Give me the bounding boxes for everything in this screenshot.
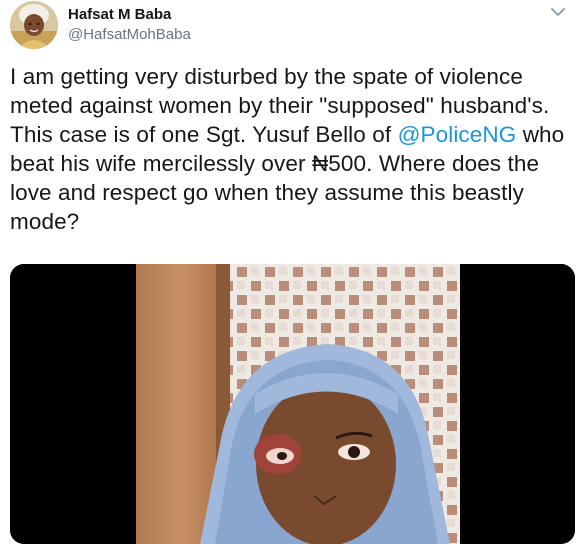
tweet-line: I am getting very disturbed by the spate… <box>10 64 523 89</box>
video-frame-image <box>10 264 575 544</box>
chevron-down-icon[interactable] <box>549 5 567 19</box>
tweet-line: love and respect go when they assume thi… <box>10 180 524 205</box>
avatar[interactable] <box>10 1 58 49</box>
tweet-line: meted against women by their "supposed" … <box>10 93 550 118</box>
avatar-image <box>10 1 58 49</box>
mention-link[interactable]: @PoliceNG <box>398 122 517 147</box>
user-display-name[interactable]: Hafsat M Baba <box>68 6 171 24</box>
tweet-card: Hafsat M Baba @HafsatMohBaba I am gettin… <box>0 0 578 544</box>
tweet-text-segment: who <box>516 122 565 147</box>
media-video[interactable] <box>10 264 575 544</box>
tweet-text: I am getting very disturbed by the spate… <box>10 62 570 236</box>
tweet-line: mode? <box>10 209 80 234</box>
tweet-text-segment: This case is of one Sgt. Yusuf Bello of <box>10 122 398 147</box>
tweet-line: This case is of one Sgt. Yusuf Bello of … <box>10 120 570 149</box>
tweet-line: beat his wife mercilessly over ₦500. Whe… <box>10 151 540 176</box>
user-handle[interactable]: @HafsatMohBaba <box>68 26 191 44</box>
